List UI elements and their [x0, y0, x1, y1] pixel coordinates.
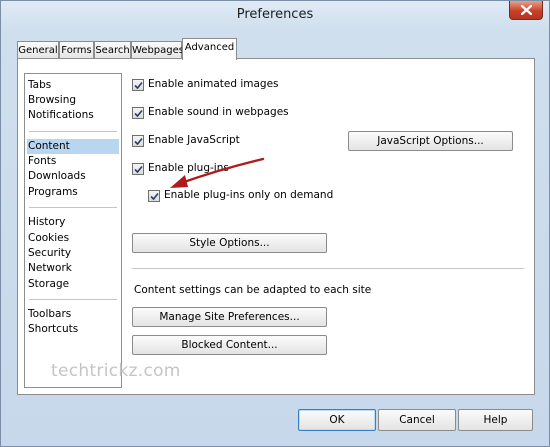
category-browsing[interactable]: Browsing: [27, 93, 119, 108]
category-divider: [29, 207, 117, 208]
category-programs[interactable]: Programs: [27, 185, 119, 200]
close-button[interactable]: [509, 1, 543, 20]
animated-images-checkbox[interactable]: [132, 79, 144, 91]
ok-button[interactable]: OK: [298, 409, 376, 431]
category-storage[interactable]: Storage: [27, 277, 119, 292]
plugins-checkbox[interactable]: [132, 163, 144, 175]
category-divider: [29, 131, 117, 132]
tab-search[interactable]: Search: [94, 41, 131, 59]
checkmark-icon: [134, 109, 143, 118]
checkmark-icon: [134, 137, 143, 146]
category-downloads[interactable]: Downloads: [27, 169, 119, 184]
checkmark-icon: [150, 192, 159, 201]
javascript-label: Enable JavaScript: [148, 134, 240, 146]
tab-webpages[interactable]: Webpages: [131, 41, 184, 59]
plugins-on-demand-checkbox[interactable]: [148, 190, 160, 202]
category-network[interactable]: Network: [27, 261, 119, 276]
category-history[interactable]: History: [27, 215, 119, 230]
tab-advanced[interactable]: Advanced: [182, 38, 237, 60]
site-note-text: Content settings can be adapted to each …: [134, 284, 372, 296]
category-fonts[interactable]: Fonts: [27, 154, 119, 169]
tab-forms[interactable]: Forms: [59, 41, 94, 59]
section-divider: [132, 268, 524, 269]
category-shortcuts[interactable]: Shortcuts: [27, 322, 119, 337]
cancel-button[interactable]: Cancel: [378, 409, 456, 431]
annotation-arrow-icon: [170, 157, 265, 188]
javascript-checkbox[interactable]: [132, 135, 144, 147]
help-button[interactable]: Help: [458, 409, 533, 431]
title-bar[interactable]: Preferences: [1, 1, 549, 31]
category-tabs[interactable]: Tabs: [27, 78, 119, 93]
checkmark-icon: [134, 81, 143, 90]
category-divider: [29, 299, 117, 300]
checkmark-icon: [134, 165, 143, 174]
category-notifications[interactable]: Notifications: [27, 108, 119, 123]
preferences-dialog: Preferences General Forms Search Webpage…: [0, 0, 550, 447]
watermark-text: techtrickz.com: [51, 361, 181, 381]
category-cookies[interactable]: Cookies: [27, 231, 119, 246]
category-security[interactable]: Security: [27, 246, 119, 261]
javascript-options-button[interactable]: JavaScript Options...: [348, 131, 513, 151]
sound-webpages-label: Enable sound in webpages: [148, 106, 289, 118]
tab-general[interactable]: General: [17, 41, 59, 59]
category-list[interactable]: Tabs Browsing Notifications Content Font…: [24, 73, 122, 388]
manage-site-preferences-button[interactable]: Manage Site Preferences...: [132, 307, 327, 327]
category-content[interactable]: Content: [27, 139, 119, 154]
category-toolbars[interactable]: Toolbars: [27, 307, 119, 322]
animated-images-label: Enable animated images: [148, 78, 279, 90]
window-title: Preferences: [236, 7, 314, 22]
sound-webpages-checkbox[interactable]: [132, 107, 144, 119]
close-icon: [521, 5, 532, 15]
blocked-content-button[interactable]: Blocked Content...: [132, 335, 327, 355]
style-options-button[interactable]: Style Options...: [132, 233, 327, 253]
